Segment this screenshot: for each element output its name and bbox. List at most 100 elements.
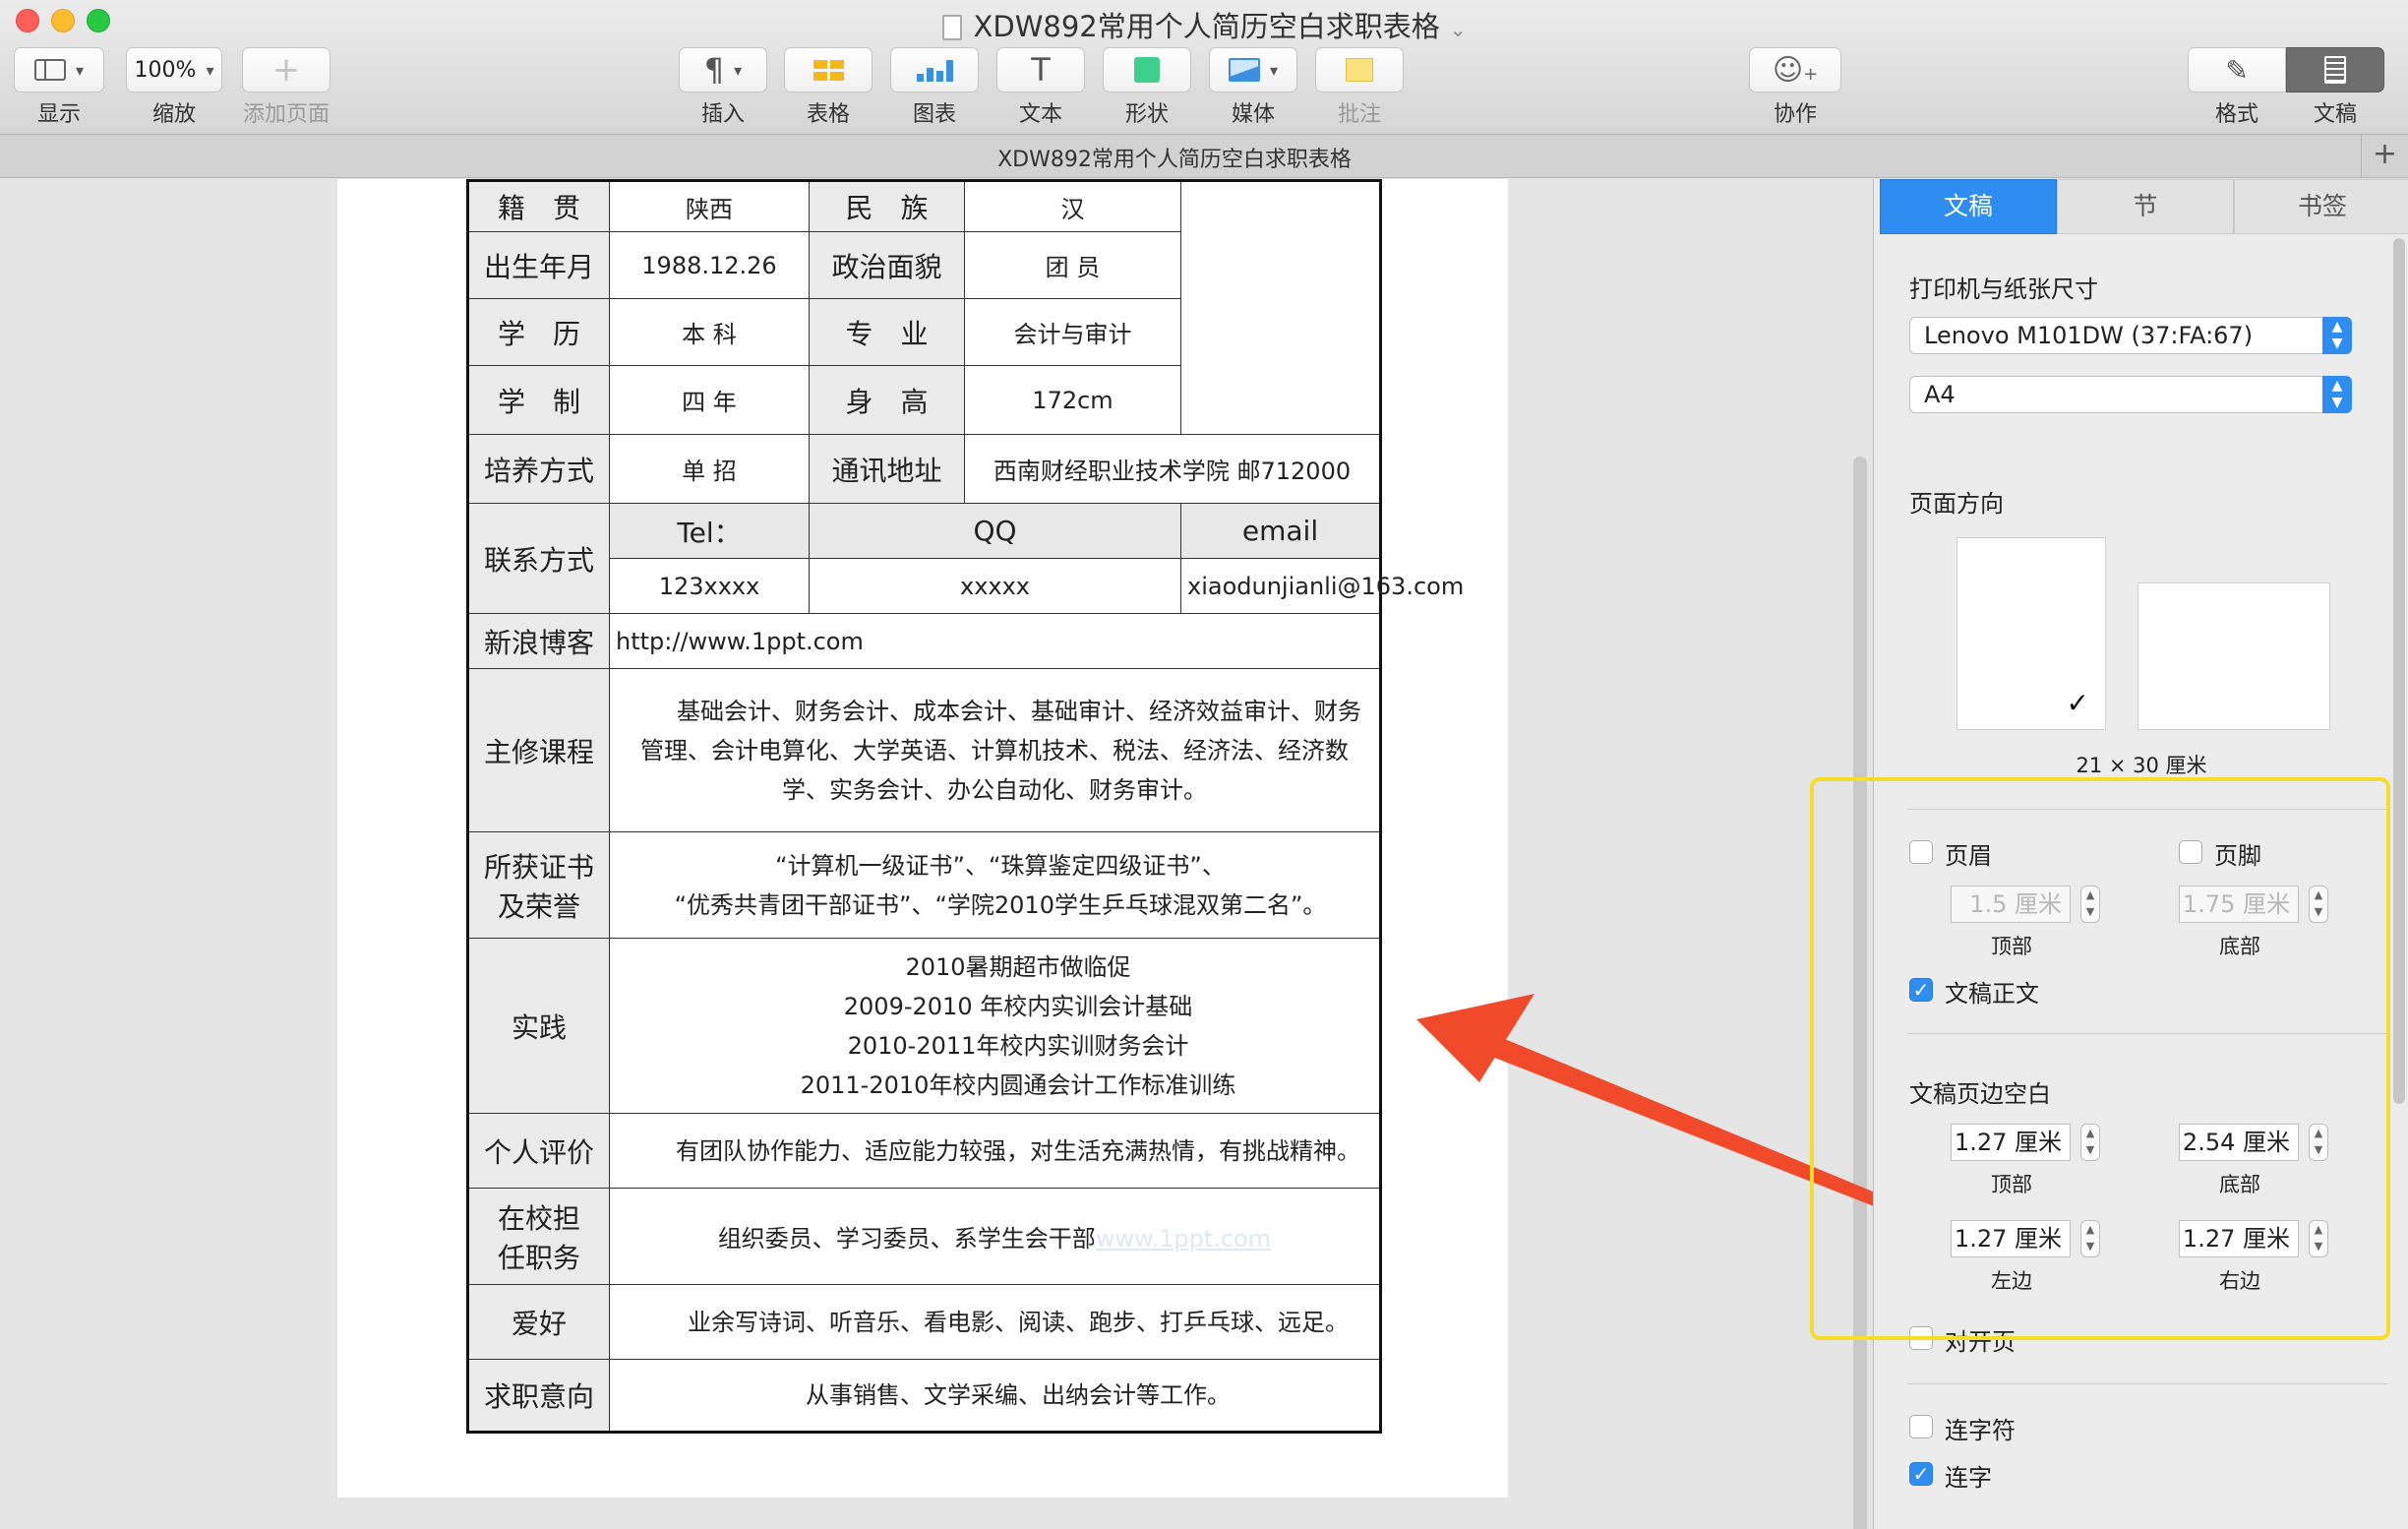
cell-line: “计算机一级证书”、“珠算鉴定四级证书”、 — [775, 851, 1226, 880]
table-cell[interactable]: 西南财经职业技术学院 邮712000 — [964, 434, 1381, 504]
table-cell[interactable]: 123xxxx — [609, 558, 810, 614]
table-cell[interactable]: 爱好 — [467, 1284, 610, 1360]
table-cell[interactable]: 出生年月 — [467, 231, 610, 299]
text-t-icon: T — [1031, 51, 1051, 89]
ligatures-label: 连字 — [1945, 1464, 1992, 1492]
table-cell[interactable]: 本 科 — [609, 298, 810, 366]
text-box-button[interactable]: T — [996, 47, 1085, 92]
cell-line: 所获证书 — [483, 850, 594, 884]
printer-section-title: 打印机与纸张尺寸 — [1909, 275, 2098, 303]
table-cell[interactable]: 团 员 — [964, 231, 1181, 299]
table-cell[interactable]: 陕西 — [609, 180, 810, 232]
photo-cell[interactable] — [1180, 180, 1381, 435]
table-cell[interactable]: 汉 — [964, 180, 1181, 232]
collaborate-button[interactable]: ☺+ — [1749, 47, 1841, 92]
shape-button[interactable] — [1103, 47, 1191, 92]
table-cell[interactable]: 专 业 — [809, 298, 965, 366]
tab-document[interactable]: 文稿 — [1880, 179, 2057, 234]
table-cell[interactable]: “计算机一级证书”、“珠算鉴定四级证书”、 “优秀共青团干部证书”、“学院2010… — [609, 831, 1381, 939]
table-cell[interactable]: 通讯地址 — [809, 434, 965, 504]
table-row: 爱好 业余写诗词、听音乐、看电影、阅读、跑步、打乒乓球、远足。 — [467, 1284, 1381, 1360]
table-cell[interactable]: 2010暑期超市做临促 2009-2010 年校内实训会计基础 2010-201… — [609, 938, 1381, 1114]
comment-button[interactable] — [1315, 47, 1404, 92]
document-label: 文稿 — [2313, 102, 2357, 127]
table-cell[interactable]: 所获证书 及荣誉 — [467, 831, 610, 939]
new-tab-button[interactable]: + — [2361, 135, 2408, 178]
table-cell[interactable]: 基础会计、财务会计、成本会计、基础审计、经济效益审计、财务管理、会计电算化、大学… — [609, 668, 1381, 832]
resume-table[interactable]: 籍 贯 陕西 民 族 汉 出生年月 1988.12.26 政治面貌 团 员 学 … — [466, 179, 1464, 1434]
landscape-orientation[interactable] — [2137, 582, 2330, 730]
updown-arrows-icon: ▲ ▼ — [2322, 376, 2352, 413]
view-button[interactable]: ▾ — [14, 47, 104, 92]
table-cell[interactable]: xiaodunjianli@163.com — [1180, 558, 1464, 614]
table-cell[interactable]: 民 族 — [809, 180, 965, 232]
printer-popup[interactable]: Lenovo M101DW (37:FA:67) ▲ ▼ — [1909, 317, 2352, 354]
table-cell[interactable]: Tel： — [609, 503, 810, 559]
table-cell[interactable]: 政治面貌 — [809, 231, 965, 299]
table-row: 所获证书及荣誉 “计算机一级证书”、“珠算鉴定四级证书”、 “优秀共青团干部证书”… — [467, 831, 1381, 939]
tab-bookmarks[interactable]: 书签 — [2234, 179, 2408, 234]
table-cell[interactable]: email — [1180, 503, 1381, 559]
view-label: 显示 — [36, 102, 81, 127]
inspector-scrollbar[interactable] — [2393, 238, 2405, 1104]
table-cell[interactable]: 新浪博客 — [467, 613, 610, 669]
hyphenation-checkbox[interactable] — [1909, 1415, 1933, 1438]
table-cell[interactable]: 主修课程 — [467, 668, 610, 832]
chart-button[interactable] — [890, 47, 979, 92]
text-label: 文本 — [1018, 102, 1062, 127]
cell-line: 2009-2010 年校内实训会计基础 — [843, 992, 1193, 1020]
plus-icon: + — [271, 50, 301, 90]
paper-value: A4 — [1924, 381, 1956, 408]
table-cell[interactable]: xxxxx — [809, 558, 1181, 614]
table-cell[interactable]: 求职意向 — [467, 1359, 610, 1433]
image-icon — [1228, 58, 1260, 82]
table-cell[interactable]: 四 年 — [609, 365, 810, 435]
table-cell[interactable]: 有团队协作能力、适应能力较强，对生活充满热情，有挑战精神。 — [609, 1113, 1381, 1189]
paintbrush-icon: ✎ — [2225, 53, 2249, 87]
format-label: 格式 — [2214, 102, 2258, 127]
tab-section[interactable]: 节 — [2057, 179, 2234, 234]
table-button[interactable] — [784, 47, 873, 92]
table-cell[interactable]: 从事销售、文学采编、出纳会计等工作。 — [609, 1359, 1381, 1433]
document-tab[interactable]: XDW892常用个人简历空白求职表格 — [0, 142, 2349, 173]
table-cell[interactable]: 单 招 — [609, 434, 810, 504]
chevron-down-icon: ⌄ — [1449, 18, 1467, 41]
cell-line: 2010-2011年校内实训财务会计 — [847, 1031, 1189, 1060]
table-cell[interactable]: 1988.12.26 — [609, 231, 810, 299]
table-cell[interactable]: 学 历 — [467, 298, 610, 366]
table-cell[interactable]: 学 制 — [467, 365, 610, 435]
table-cell[interactable]: 个人评价 — [467, 1113, 610, 1189]
cell-line: 2011-2010年校内圆通会计工作标准训练 — [800, 1070, 1236, 1099]
media-label: 媒体 — [1231, 102, 1275, 127]
insert-button[interactable]: ¶ ▾ — [679, 47, 767, 92]
window-title[interactable]: XDW892常用个人简历空白求职表格 ⌄ — [0, 4, 2408, 45]
add-page-button[interactable]: + — [242, 47, 331, 92]
table-cell[interactable]: 业余写诗词、听音乐、看电影、阅读、跑步、打乒乓球、远足。 — [609, 1284, 1381, 1360]
table-cell[interactable]: http://www.1ppt.com — [609, 613, 1381, 669]
paper-size-popup[interactable]: A4 ▲ ▼ — [1909, 376, 2352, 413]
table-cell[interactable]: 联系方式 — [467, 503, 610, 614]
table-cell[interactable]: 172cm — [964, 365, 1181, 435]
table-cell[interactable]: 在校担 任职务 — [467, 1188, 610, 1285]
table-cell[interactable]: QQ — [809, 503, 1181, 559]
pilcrow-icon: ¶ — [703, 51, 725, 89]
table-cell[interactable]: 培养方式 — [467, 434, 610, 504]
ligatures-checkbox[interactable]: ✓ — [1909, 1462, 1933, 1486]
zoom-popup[interactable]: 100% ▾ — [126, 47, 222, 92]
table-cell[interactable]: 身 高 — [809, 365, 965, 435]
tab-bar: XDW892常用个人简历空白求职表格 + — [0, 135, 2408, 178]
chevron-down-icon: ▾ — [206, 60, 214, 80]
table-row: 求职意向 从事销售、文学采编、出纳会计等工作。 — [467, 1359, 1381, 1433]
table-cell[interactable]: 实践 — [467, 938, 610, 1114]
table-cell[interactable]: 会计与审计 — [964, 298, 1181, 366]
table-cell[interactable]: 组织委员、学习委员、系学生会干部www.1ppt.com — [609, 1188, 1381, 1285]
media-button[interactable]: ▾ — [1209, 47, 1297, 92]
divider — [1907, 1383, 2387, 1384]
add-page-label: 添加页面 — [242, 102, 330, 127]
portrait-orientation[interactable]: ✓ — [1956, 537, 2106, 730]
document-inspector-button[interactable] — [2286, 47, 2384, 92]
table-cell[interactable]: 籍 贯 — [467, 180, 610, 232]
table-row: 培养方式 单 招 通讯地址 西南财经职业技术学院 邮712000 — [467, 434, 1381, 504]
cell-line: 及荣誉 — [497, 889, 580, 923]
format-button[interactable]: ✎ — [2188, 47, 2286, 92]
